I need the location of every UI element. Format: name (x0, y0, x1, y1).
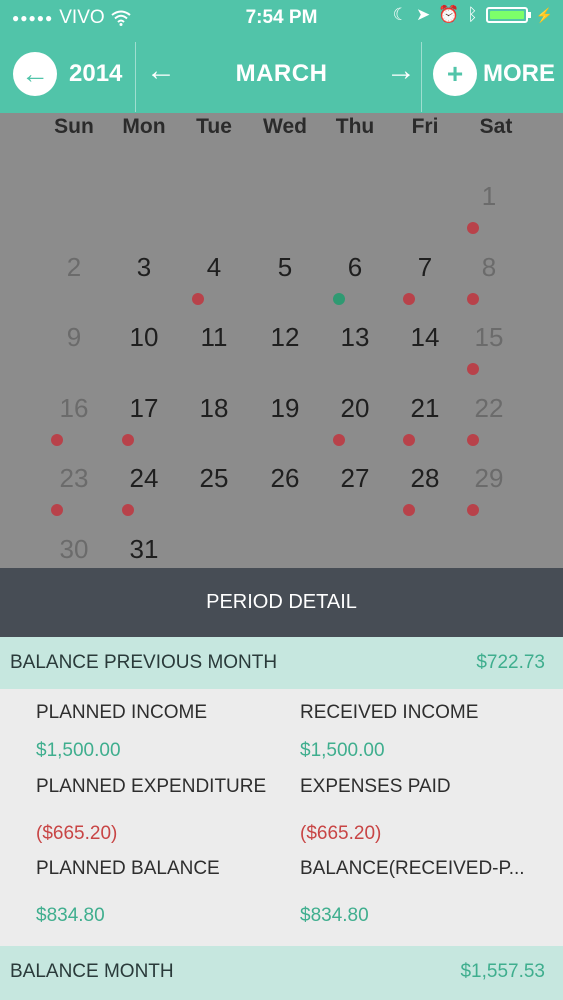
expense-event-dot (122, 504, 134, 516)
weekday-label: Sat (479, 115, 513, 138)
expenses-paid-label: EXPENSES PAID (300, 776, 451, 797)
calendar-day[interactable]: 16 (34, 393, 114, 424)
calendar-day[interactable]: 18 (174, 393, 254, 424)
income-event-dot (333, 293, 345, 305)
expense-event-dot (467, 434, 479, 446)
weekday-header: Sun Mon Tue Wed Thu Fri Sat (0, 113, 563, 143)
expense-event-dot (403, 434, 415, 446)
expense-event-dot (467, 293, 479, 305)
expense-event-dot (467, 504, 479, 516)
app-header: ●●●●● VIVO 7:54 PM ☾ ➤ ⏰ ᛒ ⚡ ← 2014 ← MA… (0, 0, 563, 113)
weekday-label: Tue (196, 115, 232, 138)
calendar-day[interactable]: 27 (315, 463, 395, 494)
alarm-icon: ⏰ (438, 5, 460, 24)
balance-month-value: $1,557.53 (460, 961, 545, 982)
moon-icon: ☾ (392, 5, 408, 24)
expense-event-dot (467, 222, 479, 234)
calendar-day[interactable]: 22 (449, 393, 529, 424)
calendar-day[interactable]: 15 (449, 322, 529, 353)
expense-event-dot (467, 363, 479, 375)
location-arrow-icon: ➤ (415, 5, 431, 24)
add-more-button[interactable]: + (433, 52, 477, 96)
expense-event-dot (51, 504, 63, 516)
battery-icon (485, 7, 531, 23)
weekday-label: Sun (54, 115, 94, 138)
calendar-day[interactable]: 1 (449, 181, 529, 212)
planned-expenditure-label: PLANNED EXPENDITURE (36, 776, 267, 797)
bluetooth-icon: ᛒ (467, 5, 478, 24)
status-bar: ●●●●● VIVO 7:54 PM ☾ ➤ ⏰ ᛒ ⚡ (0, 0, 563, 36)
calendar-day[interactable]: 5 (245, 252, 325, 283)
balance-month-label: BALANCE MONTH (10, 961, 174, 982)
calendar-day[interactable]: 20 (315, 393, 395, 424)
balance-previous-month-label: BALANCE PREVIOUS MONTH (10, 652, 278, 673)
calendar-day[interactable]: 29 (449, 463, 529, 494)
expense-event-dot (51, 434, 63, 446)
plus-icon: + (446, 58, 464, 89)
more-label[interactable]: MORE (483, 60, 555, 88)
period-detail-panel: PERIOD DETAIL BALANCE PREVIOUS MONTH $72… (0, 568, 563, 1000)
weekday-label: Thu (335, 115, 375, 138)
balance-previous-month-row: BALANCE PREVIOUS MONTH $722.73 (0, 637, 563, 689)
balance-received-value: $834.80 (300, 905, 369, 926)
planned-balance-label: PLANNED BALANCE (36, 858, 220, 879)
charging-icon: ⚡ (535, 6, 553, 23)
calendar-day[interactable]: 2 (34, 252, 114, 283)
planned-income-value: $1,500.00 (36, 740, 121, 761)
weekday-label: Fri (411, 115, 439, 138)
balance-month-row: BALANCE MONTH $1,557.53 (0, 946, 563, 1000)
nav-divider (421, 42, 422, 112)
month-title: MARCH (235, 60, 328, 87)
calendar-day[interactable]: 23 (34, 463, 114, 494)
received-income-label: RECEIVED INCOME (300, 702, 479, 723)
calendar-day[interactable]: 25 (174, 463, 254, 494)
calendar-day[interactable]: 31 (104, 534, 184, 565)
expense-event-dot (403, 293, 415, 305)
planned-expenditure-value: ($665.20) (36, 823, 118, 844)
calendar-day[interactable]: 3 (104, 252, 184, 283)
planned-income-label: PLANNED INCOME (36, 702, 208, 723)
next-month-button[interactable]: → (386, 54, 416, 88)
calendar-day[interactable]: 17 (104, 393, 184, 424)
calendar-day[interactable]: 26 (245, 463, 325, 494)
calendar-day[interactable]: 30 (34, 534, 114, 565)
period-detail-title[interactable]: PERIOD DETAIL (0, 568, 563, 637)
expense-event-dot (192, 293, 204, 305)
calendar-day[interactable]: 13 (315, 322, 395, 353)
calendar-day[interactable]: 19 (245, 393, 325, 424)
calendar-day[interactable]: 10 (104, 322, 184, 353)
expense-event-dot (403, 504, 415, 516)
expenses-paid-value: ($665.20) (300, 823, 382, 844)
month-calendar: Sun Mon Tue Wed Thu Fri Sat 1 2 3 4 5 6 7 8 9 10 1… (0, 113, 563, 568)
calendar-day[interactable]: 11 (174, 322, 254, 353)
expense-event-dot (333, 434, 345, 446)
calendar-day[interactable]: 12 (245, 322, 325, 353)
balance-received-label: BALANCE(RECEIVED-P... (300, 858, 525, 879)
planned-balance-value: $834.80 (36, 905, 105, 926)
calendar-day[interactable]: 6 (315, 252, 395, 283)
weekday-label: Mon (122, 115, 166, 138)
weekday-label: Wed (263, 115, 307, 138)
balance-previous-month-value: $722.73 (476, 652, 545, 673)
expense-event-dot (122, 434, 134, 446)
calendar-day[interactable]: 8 (449, 252, 529, 283)
calendar-day[interactable]: 4 (174, 252, 254, 283)
calendar-day[interactable]: 24 (104, 463, 184, 494)
navigation-bar: ← 2014 ← MARCH → + MORE (0, 36, 563, 113)
calendar-day[interactable]: 9 (34, 322, 114, 353)
received-income-value: $1,500.00 (300, 740, 385, 761)
